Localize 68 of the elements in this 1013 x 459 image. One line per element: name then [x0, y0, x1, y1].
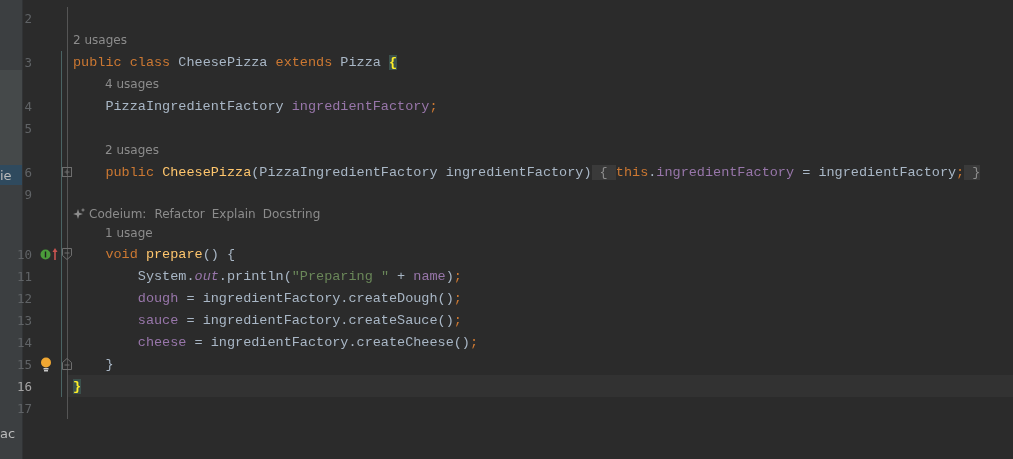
codeium-label: Codeium:: [89, 207, 147, 221]
line-number: 16: [15, 378, 32, 394]
code-field: out: [194, 268, 219, 284]
code-text: = ingredientFactory: [801, 164, 957, 180]
line-number: 13: [15, 312, 32, 328]
code-field: cheese: [73, 334, 187, 350]
fold-collapse-icon[interactable]: [62, 248, 72, 260]
fold-collapse-icon[interactable]: [62, 358, 72, 370]
line-number: 15: [15, 356, 32, 372]
usages-hint[interactable]: 4 usages: [105, 77, 159, 91]
code-brace: {: [388, 54, 398, 70]
folded-region[interactable]: {: [591, 164, 616, 180]
code-text: }: [104, 356, 114, 372]
code-text: ): [445, 268, 454, 284]
code-field: dough: [73, 290, 179, 306]
code-brace: }: [73, 378, 82, 394]
line-number: 14: [15, 334, 32, 350]
code-keyword: ;: [453, 312, 462, 328]
line-number: 9: [23, 186, 32, 202]
folded-region[interactable]: }: [964, 164, 981, 180]
codeium-action-link[interactable]: Docstring: [262, 207, 321, 221]
code-text: () {: [202, 246, 236, 262]
code-keyword: void: [104, 246, 139, 262]
code-keyword: ;: [469, 334, 479, 350]
code-field: ingredientFactory: [291, 98, 430, 114]
usages-hint[interactable]: 2 usages: [73, 33, 127, 47]
code-text: .: [648, 164, 657, 180]
fold-expand-icon[interactable]: [62, 167, 72, 177]
line-number: 5: [23, 120, 32, 136]
usages-hint[interactable]: 1 usage: [105, 226, 153, 240]
code-text: +: [396, 268, 407, 284]
line-number: 2: [23, 10, 32, 26]
code-text: System.: [136, 268, 195, 284]
code-field: name: [413, 268, 446, 284]
code-text: = ingredientFactory.createCheese(): [193, 334, 470, 350]
code-string: "Preparing ": [291, 268, 389, 284]
line-number: 11: [15, 268, 32, 284]
code-text: = ingredientFactory.createDough(): [185, 290, 454, 306]
code-text: CheesePizza: [178, 54, 269, 70]
code-keyword: ;: [956, 164, 965, 180]
code-keyword: extends: [275, 54, 334, 70]
code-keyword: ;: [429, 98, 438, 114]
code-method: prepare: [145, 246, 203, 262]
line-number: 6: [23, 164, 32, 180]
code-text: Pizza: [340, 54, 382, 70]
usages-hint[interactable]: 2 usages: [105, 143, 159, 157]
codeium-action-link[interactable]: Explain: [211, 207, 256, 221]
line-number: 17: [15, 400, 32, 416]
code-text: PizzaIngredientFactory: [104, 98, 285, 114]
code-field: sauce: [73, 312, 179, 328]
code-text: = ingredientFactory.createSauce(): [185, 312, 454, 328]
line-number: 12: [15, 290, 32, 306]
code-keyword: public class: [73, 54, 172, 70]
panel-tab[interactable]: ie: [0, 165, 22, 185]
code-field: ingredientFactory: [656, 164, 795, 180]
line-number: 10: [15, 246, 32, 262]
code-keyword: public: [104, 164, 155, 180]
line-number: 3: [23, 54, 32, 70]
code-method: CheesePizza: [162, 164, 252, 180]
code-keyword: ;: [453, 290, 462, 306]
code-keyword: this: [615, 164, 649, 180]
codeium-action-link[interactable]: Refactor: [154, 207, 205, 221]
line-number: 4: [23, 98, 32, 114]
code-text: (PizzaIngredientFactory ingredientFactory): [251, 164, 592, 180]
code-text: .println(: [218, 268, 292, 284]
panel-tab[interactable]: ac: [0, 425, 22, 443]
code-keyword: ;: [453, 268, 462, 284]
sparkle-icon: [73, 208, 85, 220]
